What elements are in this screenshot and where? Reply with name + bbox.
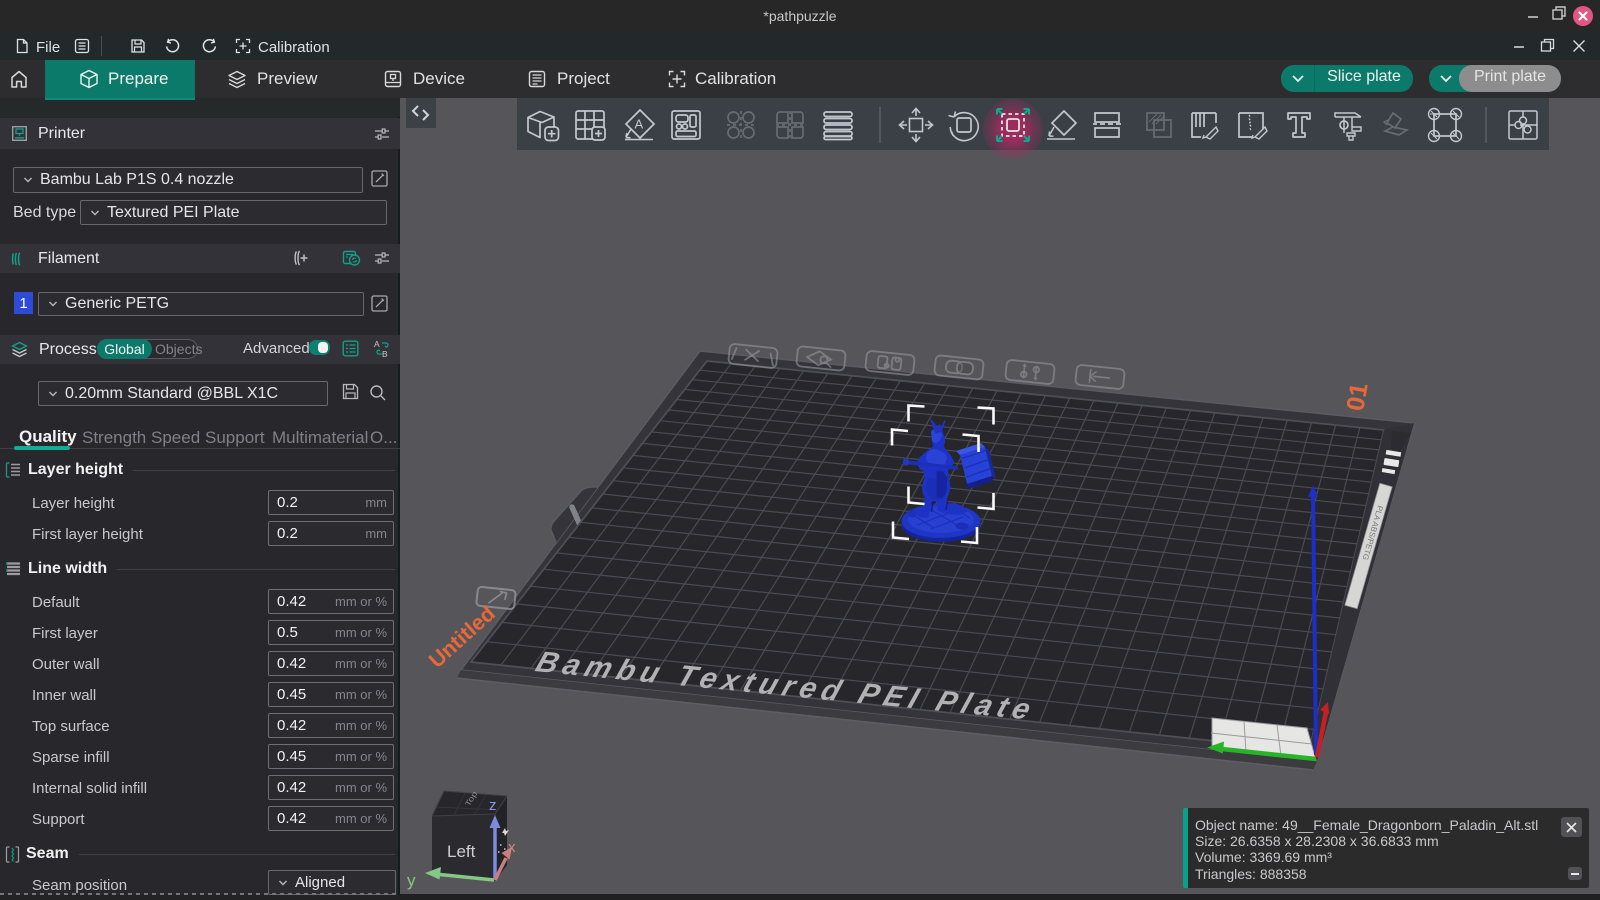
svg-text:A: A (374, 339, 380, 349)
svg-text:z: z (489, 797, 497, 814)
svg-text:y: y (407, 871, 416, 890)
svg-text:x: x (508, 839, 516, 856)
svg-text:Left: Left (447, 842, 476, 861)
